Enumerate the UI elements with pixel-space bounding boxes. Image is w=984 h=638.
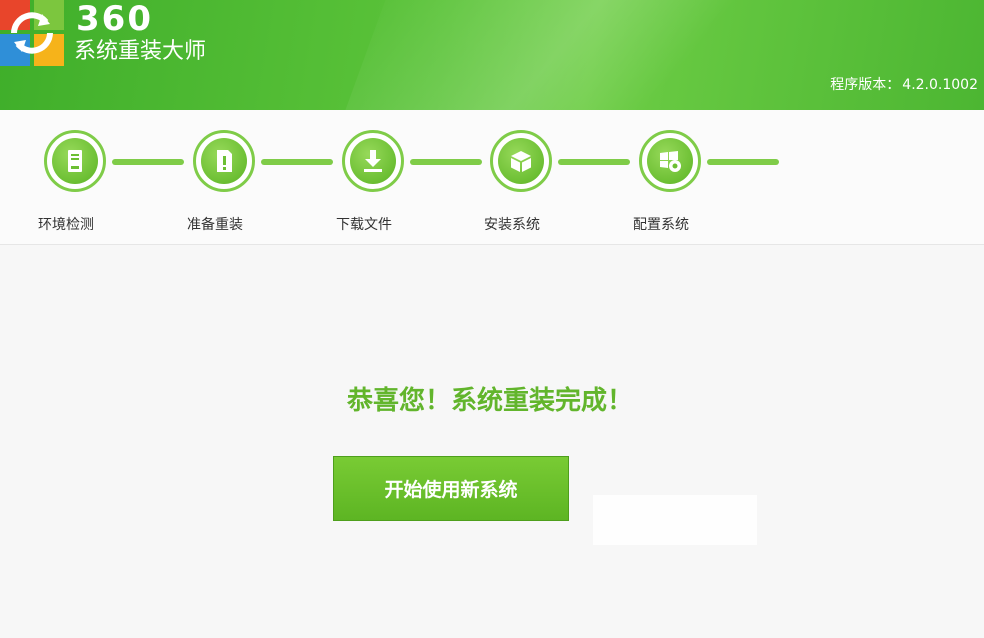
progress-steps: 环境检测 准备重装 下载文件 安装系统 配置系统	[0, 110, 984, 245]
360-logo-icon	[0, 0, 64, 66]
step-connector	[558, 159, 630, 165]
start-new-system-button[interactable]: 开始使用新系统	[333, 456, 569, 521]
step-connector	[707, 159, 779, 165]
version-info: 程序版本： 4.2.0.1002	[830, 76, 978, 94]
brand-number: 360	[76, 0, 153, 39]
version-value: 4.2.0.1002	[902, 77, 978, 93]
windows-gear-icon	[660, 151, 681, 172]
document-exclamation-icon	[217, 150, 232, 172]
completion-message: 恭喜您！系统重装完成！	[346, 386, 633, 416]
step-label: 环境检测	[38, 217, 94, 233]
step-configure-system: 配置系统	[633, 130, 707, 240]
step-label: 下载文件	[336, 217, 392, 233]
version-label: 程序版本：	[830, 77, 901, 93]
faded-overlay	[593, 495, 757, 545]
step-connector	[410, 159, 482, 165]
brand-name: 系统重装大师	[74, 39, 207, 64]
computer-tower-icon	[68, 150, 82, 172]
step-download-files: 下载文件	[336, 130, 410, 240]
step-connector	[261, 159, 333, 165]
step-label: 配置系统	[633, 217, 689, 233]
download-arrow-icon	[364, 150, 382, 172]
app-header: 360 系统重装大师 程序版本： 4.2.0.1002	[0, 0, 984, 110]
step-prepare-reinstall: 准备重装	[187, 130, 261, 240]
step-label: 准备重装	[187, 217, 243, 233]
step-install-system: 安装系统	[484, 130, 558, 240]
install-package-icon	[511, 151, 531, 172]
step-connector	[112, 159, 184, 165]
step-label: 安装系统	[484, 217, 540, 233]
step-environment-check: 环境检测	[38, 130, 112, 240]
